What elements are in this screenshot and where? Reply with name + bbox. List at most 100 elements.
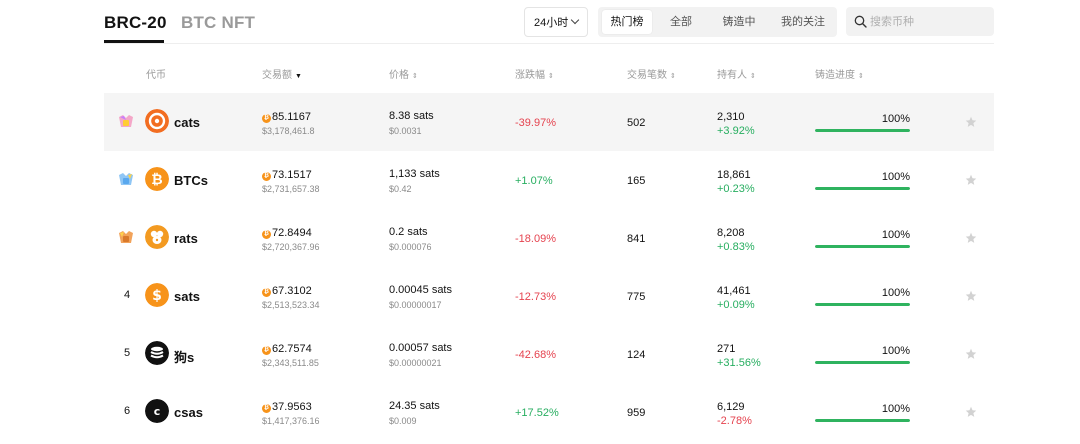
col-holders[interactable]: 持有人 ⇕ xyxy=(717,66,756,81)
tab-btc-nft[interactable]: BTC NFT xyxy=(181,13,255,33)
stack-logo-icon xyxy=(145,341,169,365)
mint-progress-fill xyxy=(815,129,910,132)
holders-change: +0.83% xyxy=(717,241,755,253)
filter-all[interactable]: 全部 xyxy=(658,10,704,34)
col-mint-progress[interactable]: 铸造进度 ⇕ xyxy=(815,66,864,81)
mint-progress-bar xyxy=(815,303,910,306)
volume-usd: $2,720,367.96 xyxy=(262,242,320,252)
btc-icon: ₿ xyxy=(262,172,271,181)
tab-brc20[interactable]: BRC-20 xyxy=(104,13,167,33)
volume-btc: ₿ 67.3102 xyxy=(262,285,312,297)
price-change: -42.68% xyxy=(515,349,556,361)
star-icon[interactable] xyxy=(965,232,977,244)
volume-btc: ₿ 72.8494 xyxy=(262,227,312,239)
price-sats: 0.2 sats xyxy=(389,226,428,238)
price-change: +1.07% xyxy=(515,175,553,187)
sats-logo-icon: $ xyxy=(145,283,169,307)
bitcoin-logo-icon: ₿ xyxy=(145,167,169,191)
price-change: -18.09% xyxy=(515,233,556,245)
top-bar: BRC-20 BTC NFT 24小时 热门榜 全部 铸造中 我的关注 xyxy=(104,0,994,44)
mint-progress-fill xyxy=(815,245,910,248)
price-usd: $0.42 xyxy=(389,184,412,194)
rank-number: 4 xyxy=(123,289,131,301)
coin-name[interactable]: rats xyxy=(174,231,198,246)
star-icon[interactable] xyxy=(965,116,977,128)
volume-btc: ₿ 62.7574 xyxy=(262,343,312,355)
holders-change: +31.56% xyxy=(717,357,761,369)
volume-btc: ₿ 85.1167 xyxy=(262,111,311,123)
rats-logo-icon xyxy=(145,225,169,249)
sort-icon: ⇕ xyxy=(858,73,864,80)
table-row[interactable]: 6 c csas ₿ 37.9563 $1,417,376.16 24.35 sa… xyxy=(104,383,994,441)
mint-progress-fill xyxy=(815,303,910,306)
price-sats: 1,133 sats xyxy=(389,168,440,180)
col-tx-count[interactable]: 交易笔数 ⇕ xyxy=(627,66,676,81)
holders-count: 18,861 xyxy=(717,169,751,181)
filter-group: 热门榜 全部 铸造中 我的关注 xyxy=(598,7,837,37)
price-sats: 24.35 sats xyxy=(389,400,440,412)
search-input[interactable] xyxy=(870,7,988,36)
coin-name[interactable]: BTCs xyxy=(174,173,208,188)
holders-change: +3.92% xyxy=(717,125,755,137)
volume-usd: $2,731,657.38 xyxy=(262,184,320,194)
table-row[interactable]: 4 $ sats ₿ 67.3102 $2,513,523.34 0.00045 … xyxy=(104,267,994,325)
star-icon[interactable] xyxy=(965,406,977,418)
btc-icon: ₿ xyxy=(262,288,271,297)
volume-btc: ₿ 37.9563 xyxy=(262,401,312,413)
svg-text:₿: ₿ xyxy=(151,172,162,188)
volume-usd: $1,417,376.16 xyxy=(262,416,320,426)
filter-minting[interactable]: 铸造中 xyxy=(710,10,768,34)
svg-text:c: c xyxy=(154,405,161,418)
star-icon[interactable] xyxy=(965,290,977,302)
mint-progress-bar xyxy=(815,187,910,190)
table-row[interactable]: 5 狗s ₿ 62.7574 $2,343,511.85 0.00057 sats… xyxy=(104,325,994,383)
coin-name[interactable]: 狗s xyxy=(174,347,194,366)
tx-count: 502 xyxy=(627,117,646,129)
mint-progress-label: 100% xyxy=(881,113,910,125)
col-change[interactable]: 涨跌幅 ⇕ xyxy=(515,66,554,81)
coin-name[interactable]: sats xyxy=(174,289,200,304)
btc-icon: ₿ xyxy=(262,346,271,355)
price-usd: $0.00000017 xyxy=(389,300,442,310)
sort-desc-icon: ▼ xyxy=(295,73,302,80)
star-icon[interactable] xyxy=(965,348,977,360)
holders-count: 6,129 xyxy=(717,401,745,413)
silver-medal-icon xyxy=(119,173,133,185)
price-change: +17.52% xyxy=(515,407,559,419)
holders-change: -2.78% xyxy=(717,415,752,427)
mint-progress-label: 100% xyxy=(881,403,910,415)
sort-icon: ⇕ xyxy=(670,73,676,80)
tx-count: 959 xyxy=(627,407,646,419)
sort-icon: ⇕ xyxy=(412,73,418,80)
table-row[interactable]: rats ₿ 72.8494 $2,720,367.96 0.2 sats $0.… xyxy=(104,209,994,267)
holders-count: 8,208 xyxy=(717,227,745,239)
cats-logo-icon xyxy=(145,109,169,133)
mint-progress-label: 100% xyxy=(881,345,910,357)
filter-hot[interactable]: 热门榜 xyxy=(602,10,652,34)
holders-change: +0.09% xyxy=(717,299,755,311)
coin-name[interactable]: cats xyxy=(174,115,200,130)
star-icon[interactable] xyxy=(965,174,977,186)
col-volume[interactable]: 交易额 ▼ xyxy=(262,66,302,81)
gold-medal-icon xyxy=(119,115,133,127)
search-box[interactable] xyxy=(846,7,994,36)
price-usd: $0.009 xyxy=(389,416,417,426)
rank-number: 5 xyxy=(123,347,131,359)
mint-progress-label: 100% xyxy=(881,229,910,241)
filter-favorites[interactable]: 我的关注 xyxy=(772,10,834,34)
price-usd: $0.0031 xyxy=(389,126,422,136)
price-sats: 8.38 sats xyxy=(389,110,434,122)
mint-progress-fill xyxy=(815,361,910,364)
active-tab-underline xyxy=(104,40,164,43)
period-selector[interactable]: 24小时 xyxy=(524,7,588,37)
mint-progress-fill xyxy=(815,187,910,190)
col-token: 代币 xyxy=(146,70,166,81)
volume-usd: $2,513,523.34 xyxy=(262,300,320,310)
table-row[interactable]: cats ₿ 85.1167 $3,178,461.8 8.38 sats $0.… xyxy=(104,93,994,151)
period-label: 24小时 xyxy=(534,17,569,29)
coin-name[interactable]: csas xyxy=(174,405,203,420)
bronze-medal-icon xyxy=(119,231,133,243)
mint-progress-bar xyxy=(815,419,910,422)
table-row[interactable]: ₿ BTCs ₿ 73.1517 $2,731,657.38 1,133 sats… xyxy=(104,151,994,209)
col-price[interactable]: 价格 ⇕ xyxy=(389,66,418,81)
